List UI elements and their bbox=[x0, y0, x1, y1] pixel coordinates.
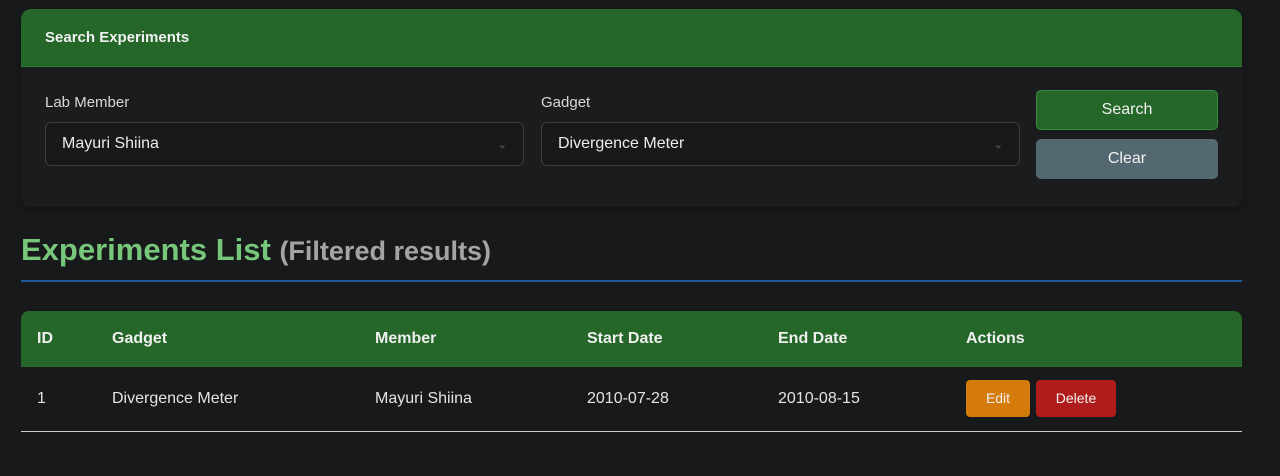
list-subtitle: (Filtered results) bbox=[279, 236, 491, 266]
column-header-id: ID bbox=[37, 330, 53, 347]
delete-button[interactable]: Delete bbox=[1036, 380, 1116, 418]
column-header-start-date: Start Date bbox=[587, 330, 663, 347]
cell-id: 1 bbox=[21, 367, 112, 432]
cell-member: Mayuri Shiina bbox=[375, 367, 587, 432]
chevron-down-icon: ⌄ bbox=[993, 138, 1003, 151]
search-button[interactable]: Search bbox=[1036, 90, 1218, 130]
cell-end-date: 2010-08-15 bbox=[778, 367, 966, 432]
lab-member-field: Lab Member Mayuri Shiina ⌄ bbox=[45, 94, 524, 166]
gadget-field: Gadget Divergence Meter ⌄ bbox=[541, 94, 1020, 166]
column-header-end-date: End Date bbox=[778, 330, 848, 347]
column-header-member: Member bbox=[375, 330, 437, 347]
edit-button[interactable]: Edit bbox=[966, 380, 1030, 418]
column-header-actions: Actions bbox=[966, 330, 1025, 347]
lab-member-value: Mayuri Shiina bbox=[62, 135, 159, 152]
list-title: Experiments List bbox=[21, 232, 271, 267]
column-header-gadget: Gadget bbox=[112, 330, 168, 347]
experiments-table: ID Gadget Member Start Date End Date Act… bbox=[21, 311, 1242, 432]
table-row: 1 Divergence Meter Mayuri Shiina 2010-07… bbox=[21, 367, 1242, 432]
lab-member-select[interactable]: Mayuri Shiina ⌄ bbox=[45, 122, 524, 166]
search-card: Search Experiments Lab Member Mayuri Shi… bbox=[21, 9, 1242, 207]
cell-actions: Edit Delete bbox=[966, 367, 1242, 432]
table-header-row: ID Gadget Member Start Date End Date Act… bbox=[21, 311, 1242, 367]
gadget-select[interactable]: Divergence Meter ⌄ bbox=[541, 122, 1020, 166]
clear-button[interactable]: Clear bbox=[1036, 139, 1218, 179]
gadget-value: Divergence Meter bbox=[558, 135, 685, 152]
search-card-title: Search Experiments bbox=[21, 9, 1242, 67]
page-title: Experiments List (Filtered results) bbox=[21, 232, 491, 268]
cell-gadget: Divergence Meter bbox=[112, 367, 375, 432]
gadget-label: Gadget bbox=[541, 94, 591, 111]
chevron-down-icon: ⌄ bbox=[497, 138, 507, 151]
title-divider bbox=[21, 280, 1242, 282]
lab-member-label: Lab Member bbox=[45, 94, 130, 111]
cell-start-date: 2010-07-28 bbox=[587, 367, 778, 432]
